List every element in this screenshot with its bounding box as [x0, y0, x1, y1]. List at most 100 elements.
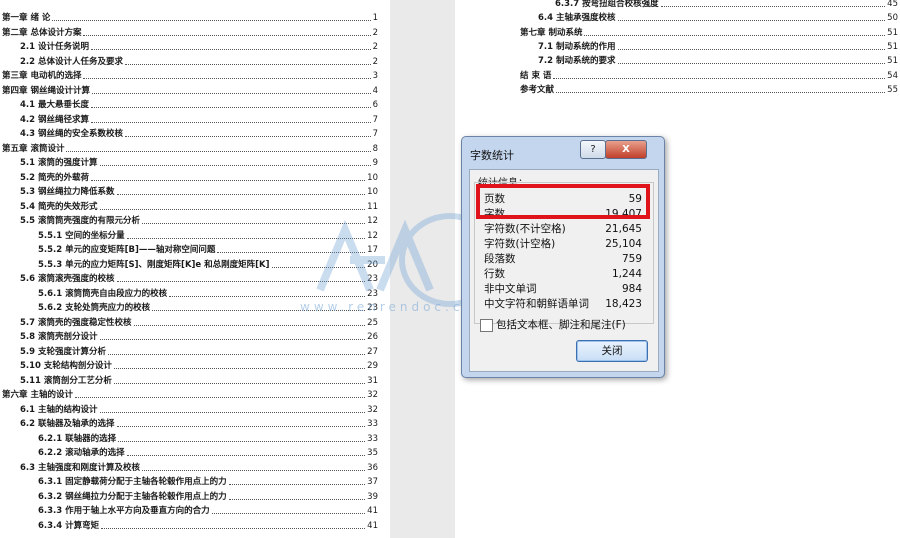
toc-leader-dots [553, 77, 886, 79]
toc-entry-page: 25 [367, 317, 378, 328]
include-textboxes-checkbox[interactable] [480, 319, 493, 332]
toc-entry[interactable]: 第三章 电动机的选择 3 [2, 71, 378, 82]
toc-leader-dots [556, 91, 886, 93]
toc-entry[interactable]: 5.7 滚筒壳的强度稳定性校核 25 [20, 318, 378, 329]
stat-value: 759 [621, 253, 642, 265]
toc-entry[interactable]: 5.8 滚筒壳剖分设计 26 [20, 332, 378, 343]
toc-entry-title: 5.5 滚筒筒壳强度的有限元分析 [20, 216, 141, 226]
dialog-titlebar[interactable]: 字数统计 ? X [462, 137, 664, 167]
toc-entry[interactable]: 参考文献 55 [520, 85, 898, 96]
toc-entry[interactable]: 6.2.2 滚动轴承的选择 35 [38, 448, 378, 459]
toc-entry-title: 4.3 钢丝绳的安全系数校核 [20, 129, 124, 139]
toc-leader-dots [660, 6, 886, 7]
toc-entry[interactable]: 6.3.7 按弯扭组合校核强度 45 [555, 0, 898, 10]
help-button[interactable]: ? [580, 140, 606, 159]
toc-leader-dots [83, 78, 371, 79]
stat-value: 984 [621, 283, 642, 295]
toc-entry[interactable]: 7.2 制动系统的要求 51 [538, 56, 898, 67]
dialog-body: 统计信息： 页数 59 字数 19,407 字符数(不计空格) 21,645 字符数(计空格… [469, 169, 659, 372]
toc-entry-page: 23 [367, 274, 378, 284]
toc-entry[interactable]: 6.4 主轴承强度校核 50 [538, 13, 898, 24]
toc-entry[interactable]: 2.1 设计任务说明 2 [20, 42, 378, 53]
toc-entry[interactable]: 6.3.1 固定静载荷分配于主轴各轮毂作用点上的力 37 [38, 477, 378, 488]
toc-entry-title: 6.2 联轴器及轴承的选择 [20, 419, 115, 429]
toc-entry[interactable]: 5.4 简壳的失效形式 11 [20, 202, 378, 213]
toc-entry-page: 17 [367, 245, 378, 255]
toc-leader-dots [113, 382, 366, 384]
toc-entry-page: 41 [367, 520, 378, 531]
toc-entry[interactable]: 第二章 总体设计方案 2 [2, 28, 378, 39]
toc-entry[interactable]: 5.5 滚筒筒壳强度的有限元分析 12 [20, 216, 378, 227]
toc-entry[interactable]: 第六章 主轴的设计 32 [2, 390, 378, 401]
toc-entry-page: 50 [887, 13, 898, 24]
toc-entry[interactable]: 第一章 绪 论 1 [2, 13, 378, 24]
toc-entry-page: 3 [372, 71, 378, 81]
toc-entry[interactable]: 4.2 钢丝绳径求算 7 [20, 115, 378, 126]
toc-entry[interactable]: 5.9 支轮强度计算分析 27 [20, 347, 378, 358]
toc-entry[interactable]: 5.10 支轮结构剖分设计 29 [20, 361, 378, 372]
stat-label: 行数 [484, 268, 505, 280]
toc-leader-dots [91, 49, 371, 50]
toc-entry[interactable]: 5.11 滚筒剖分工艺分析 31 [20, 376, 378, 387]
toc-entry-title: 第六章 主轴的设计 [2, 390, 73, 400]
toc-entry[interactable]: 4.3 钢丝绳的安全系数校核 7 [20, 129, 378, 140]
stat-row: 段落数 759 [484, 252, 652, 266]
toc-leader-dots [271, 266, 366, 268]
toc-entry[interactable]: 5.5.3 单元的应力矩阵[S]、刚度矩阵[K]e 和总刚度矩阵[K] 20 [38, 260, 378, 271]
toc-entry-title: 6.3.1 固定静载荷分配于主轴各轮毂作用点上的力 [38, 477, 227, 487]
toc-entry-page: 27 [367, 346, 378, 357]
toc-leader-dots [91, 92, 371, 94]
toc-entry[interactable]: 第五章 滚筒设计 8 [2, 144, 378, 155]
toc-leader-dots [617, 48, 886, 50]
toc-entry[interactable]: 5.3 钢丝绳拉力降低系数 10 [20, 187, 378, 198]
toc-entry[interactable]: 4.1 最大悬垂长度 6 [20, 100, 378, 111]
toc-entry[interactable]: 5.2 简壳的外载荷 10 [20, 173, 378, 184]
toc-entry-title: 第三章 电动机的选择 [2, 71, 82, 81]
stat-row: 非中文单词 984 [484, 282, 652, 296]
toc-leader-dots [126, 455, 366, 456]
toc-entry-page: 31 [367, 375, 378, 386]
toc-entry[interactable]: 5.6.1 滚筒筒壳自由段应力的校核 23 [38, 289, 378, 300]
stat-value: 25,104 [605, 238, 642, 250]
toc-leader-dots [228, 498, 366, 500]
toc-entry[interactable]: 7.1 制动系统的作用 51 [538, 42, 898, 53]
toc-entry[interactable]: 结 束 语 54 [520, 71, 898, 82]
toc-entry-title: 5.1 滚筒的强度计算 [20, 158, 98, 168]
stat-value: 21,645 [605, 223, 642, 235]
toc-entry-title: 6.3.4 计算弯矩 [38, 520, 100, 531]
toc-entry-title: 参考文献 [520, 84, 555, 95]
toc-leader-dots [91, 179, 366, 181]
toc-entry[interactable]: 6.1 主轴的结构设计 32 [20, 405, 378, 416]
toc-entry-title: 第四章 钢丝绳设计计算 [2, 85, 90, 96]
toc-entry[interactable]: 6.3.2 钢丝绳拉力分配于主轴各轮毂作用点上的力 39 [38, 492, 378, 503]
toc-entry-title: 6.3.7 按弯扭组合校核强度 [555, 0, 659, 9]
toc-entry[interactable]: 第四章 钢丝绳设计计算 4 [2, 86, 378, 97]
toc-entry[interactable]: 6.2.1 联轴器的选择 33 [38, 434, 378, 445]
toc-entry[interactable]: 5.5.1 空间的坐标分量 12 [38, 231, 378, 242]
close-icon[interactable]: X [605, 140, 647, 159]
toc-leader-dots [99, 165, 371, 166]
toc-entry[interactable]: 6.2 联轴器及轴承的选择 33 [20, 419, 378, 430]
stat-value: 18,423 [605, 298, 642, 310]
toc-entry[interactable]: 5.6 滚筒滚壳强度的校核 23 [20, 274, 378, 285]
toc-entry[interactable]: 6.3 主轴强度和刚度计算及校核 36 [20, 463, 378, 474]
toc-entry[interactable]: 6.3.3 作用于轴上水平方向及垂直方向的合力 41 [38, 506, 378, 517]
toc-entry-title: 第二章 总体设计方案 [2, 27, 82, 38]
include-textboxes-label[interactable]: 包括文本框、脚注和尾注(F) [496, 317, 626, 332]
close-button[interactable]: 关闭 [576, 340, 648, 362]
toc-leader-dots [101, 527, 366, 529]
toc-entry-title: 2.1 设计任务说明 [20, 42, 90, 52]
toc-entry-title: 6.3.2 钢丝绳拉力分配于主轴各轮毂作用点上的力 [38, 491, 227, 502]
toc-entry[interactable]: 6.3.4 计算弯矩 41 [38, 521, 378, 532]
toc-entry-title: 第一章 绪 论 [2, 13, 51, 23]
toc-entry[interactable]: 2.2 总体设计人任务及要求 2 [20, 57, 378, 68]
toc-entry-title: 5.5.3 单元的应力矩阵[S]、刚度矩阵[K]e 和总刚度矩阵[K] [38, 259, 270, 270]
toc-entry-page: 6 [372, 100, 378, 110]
toc-entry-title: 5.11 滚筒剖分工艺分析 [20, 375, 112, 386]
stat-label: 中文字符和朝鲜语单词 [484, 298, 589, 310]
toc-entry[interactable]: 第七章 制动系统 51 [520, 28, 898, 39]
toc-leader-dots [74, 397, 366, 398]
toc-entry[interactable]: 5.5.2 单元的应变矩阵[B]——轴对称空间问题 17 [38, 245, 378, 256]
toc-entry[interactable]: 5.1 滚筒的强度计算 9 [20, 158, 378, 169]
toc-entry-title: 5.6 滚筒滚壳强度的校核 [20, 274, 115, 284]
